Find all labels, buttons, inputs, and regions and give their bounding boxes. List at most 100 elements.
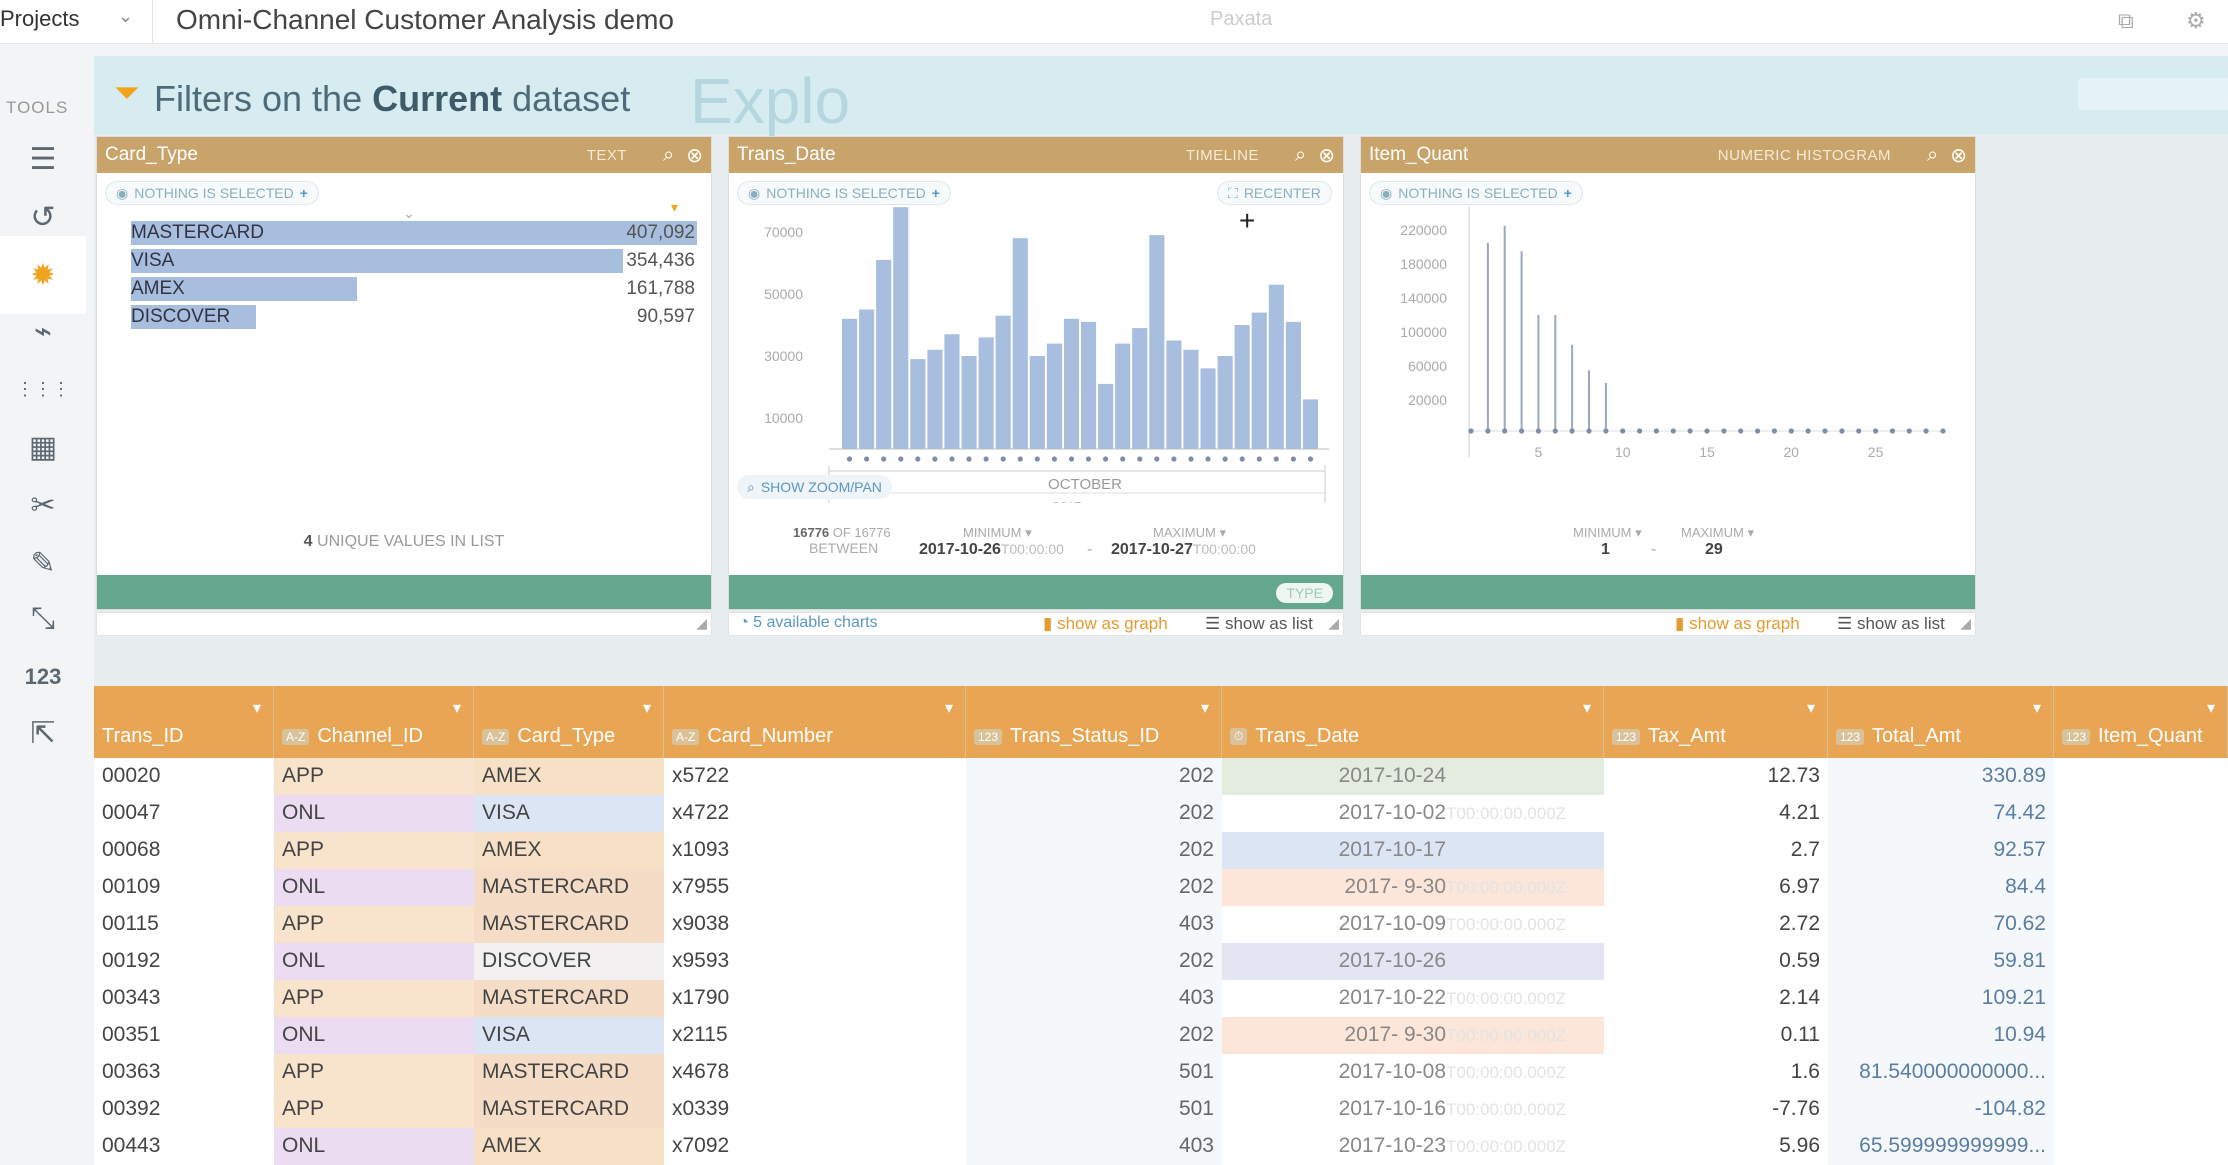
- table-cell[interactable]: x9593: [664, 943, 966, 980]
- copy-icon[interactable]: ⧉: [2118, 8, 2134, 34]
- table-cell[interactable]: 00068: [94, 832, 274, 869]
- table-cell[interactable]: 2017-10-02T00:00:00.000Z: [1222, 795, 1604, 832]
- timeline-bar[interactable]: [995, 315, 1011, 449]
- table-cell[interactable]: MASTERCARD: [474, 869, 664, 906]
- faded-button[interactable]: [2078, 78, 2228, 110]
- timeline-bar[interactable]: [842, 318, 858, 449]
- table-cell[interactable]: x5722: [664, 758, 966, 795]
- table-cell[interactable]: 00351: [94, 1017, 274, 1054]
- projects-menu[interactable]: Projects: [0, 6, 79, 32]
- table-cell[interactable]: 2.72: [1604, 906, 1828, 943]
- table-cell[interactable]: [2054, 1128, 2228, 1165]
- table-cell[interactable]: 6.97: [1604, 869, 1828, 906]
- table-cell[interactable]: 00192: [94, 943, 274, 980]
- column-header[interactable]: 123 Trans_Status_ID ▾: [966, 686, 1222, 758]
- table-row[interactable]: 00192 ONL DISCOVER x9593 202 2017-10-26 0.59 59…: [94, 943, 2228, 980]
- show-zoom-pan-button[interactable]: ⌕ SHOW ZOOM/PAN: [737, 475, 892, 499]
- search-icon[interactable]: ⌕: [1927, 144, 1938, 167]
- timeline-chart[interactable]: 70000 50000 30000 10000 OCTOBER 2017: [729, 187, 1345, 503]
- table-cell[interactable]: 0.11: [1604, 1017, 1828, 1054]
- timeline-bar[interactable]: [859, 309, 875, 450]
- timeline-bar[interactable]: [978, 337, 994, 449]
- table-cell[interactable]: APP: [274, 1091, 474, 1128]
- table-cell[interactable]: 2.7: [1604, 832, 1828, 869]
- table-cell[interactable]: 10.94: [1828, 1017, 2054, 1054]
- table-cell[interactable]: ONL: [274, 943, 474, 980]
- table-cell[interactable]: APP: [274, 832, 474, 869]
- add-icon[interactable]: +: [300, 185, 308, 201]
- table-cell[interactable]: 501: [966, 1091, 1222, 1128]
- export-icon[interactable]: ⇱: [0, 694, 86, 772]
- timeline-bar[interactable]: [876, 259, 892, 449]
- table-row[interactable]: 00115 APP MASTERCARD x9038 403 2017-10-09T00:…: [94, 906, 2228, 943]
- table-row[interactable]: 00109 ONL MASTERCARD x7955 202 2017- 9-30T00:…: [94, 869, 2228, 906]
- table-cell[interactable]: 70.62: [1828, 906, 2054, 943]
- table-cell[interactable]: 202: [966, 869, 1222, 906]
- table-cell[interactable]: APP: [274, 980, 474, 1017]
- timeline-bar[interactable]: [1183, 349, 1199, 449]
- table-cell[interactable]: MASTERCARD: [474, 1091, 664, 1128]
- column-header[interactable]: A-Z Channel_ID ▾: [274, 686, 474, 758]
- table-cell[interactable]: 2017-10-23T00:00:00.000Z: [1222, 1128, 1604, 1165]
- table-cell[interactable]: x4678: [664, 1054, 966, 1091]
- table-cell[interactable]: APP: [274, 906, 474, 943]
- table-cell[interactable]: MASTERCARD: [474, 906, 664, 943]
- table-row[interactable]: 00068 APP AMEX x1093 202 2017-10-17 2.7 92.57: [94, 832, 2228, 869]
- table-cell[interactable]: ONL: [274, 1128, 474, 1165]
- chevron-down-icon[interactable]: ▾: [253, 698, 261, 718]
- timeline-bar[interactable]: [1268, 284, 1284, 449]
- column-header[interactable]: 123 Total_Amt ▾: [1828, 686, 2054, 758]
- table-cell[interactable]: 202: [966, 1017, 1222, 1054]
- table-row[interactable]: 00443 ONL AMEX x7092 403 2017-10-23T00:00:00.…: [94, 1128, 2228, 1165]
- table-cell[interactable]: 2017-10-26: [1222, 943, 1604, 980]
- column-header[interactable]: ⏱ Trans_Date ▾: [1222, 686, 1604, 758]
- chevron-down-icon[interactable]: ▾: [1201, 698, 1209, 718]
- table-cell[interactable]: x4722: [664, 795, 966, 832]
- value-list-item[interactable]: DISCOVER 90,597: [131, 303, 697, 331]
- chevron-down-icon[interactable]: ⌄: [118, 6, 133, 27]
- table-cell[interactable]: 65.599999999999...: [1828, 1128, 2054, 1165]
- timeline-bar[interactable]: [1149, 235, 1165, 449]
- table-cell[interactable]: 501: [966, 1054, 1222, 1091]
- timeline-bar[interactable]: [1200, 368, 1216, 449]
- table-cell[interactable]: 4.21: [1604, 795, 1828, 832]
- close-icon[interactable]: ⊗: [1950, 143, 1967, 168]
- table-cell[interactable]: 2017-10-17: [1222, 832, 1604, 869]
- table-cell[interactable]: [2054, 869, 2228, 906]
- column-header[interactable]: A-Z Card_Type ▾: [474, 686, 664, 758]
- selection-chip[interactable]: ◉ NOTHING IS SELECTED +: [105, 181, 319, 205]
- table-cell[interactable]: MASTERCARD: [474, 1054, 664, 1091]
- value-list-item[interactable]: VISA 354,436: [131, 247, 697, 275]
- table-cell[interactable]: 2017- 9-30T00:00:00.000Z: [1222, 1017, 1604, 1054]
- search-icon[interactable]: ⌕: [1295, 144, 1306, 167]
- timeline-bar[interactable]: [1302, 399, 1318, 449]
- timeline-bar[interactable]: [1285, 321, 1301, 449]
- table-cell[interactable]: 330.89: [1828, 758, 2054, 795]
- table-cell[interactable]: ONL: [274, 795, 474, 832]
- add-icon[interactable]: +: [1564, 185, 1572, 201]
- table-cell[interactable]: 00020: [94, 758, 274, 795]
- table-cell[interactable]: x1093: [664, 832, 966, 869]
- table-cell[interactable]: x2115: [664, 1017, 966, 1054]
- table-cell[interactable]: [2054, 906, 2228, 943]
- table-cell[interactable]: APP: [274, 758, 474, 795]
- table-row[interactable]: 00392 APP MASTERCARD x0339 501 2017-10-16T00:…: [94, 1091, 2228, 1128]
- table-cell[interactable]: 202: [966, 943, 1222, 980]
- table-cell[interactable]: 00047: [94, 795, 274, 832]
- timeline-bar[interactable]: [1217, 356, 1233, 449]
- table-cell[interactable]: x9038: [664, 906, 966, 943]
- table-cell[interactable]: ONL: [274, 869, 474, 906]
- timeline-bar[interactable]: [1012, 238, 1028, 449]
- table-row[interactable]: 00020 APP AMEX x5722 202 2017-10-24 12.73 330.8…: [94, 758, 2228, 795]
- timeline-bar[interactable]: [1132, 328, 1148, 449]
- table-cell[interactable]: 00343: [94, 980, 274, 1017]
- resize-handle-icon[interactable]: ◢: [696, 615, 707, 632]
- table-cell[interactable]: 2017-10-24: [1222, 758, 1604, 795]
- minimum-value[interactable]: 1: [1601, 541, 1610, 559]
- table-cell[interactable]: 109.21: [1828, 980, 2054, 1017]
- selection-chip[interactable]: ◉ NOTHING IS SELECTED +: [1369, 181, 1583, 205]
- table-cell[interactable]: ONL: [274, 1017, 474, 1054]
- timeline-bar[interactable]: [1081, 321, 1097, 449]
- table-cell[interactable]: 2.14: [1604, 980, 1828, 1017]
- table-cell[interactable]: 0.59: [1604, 943, 1828, 980]
